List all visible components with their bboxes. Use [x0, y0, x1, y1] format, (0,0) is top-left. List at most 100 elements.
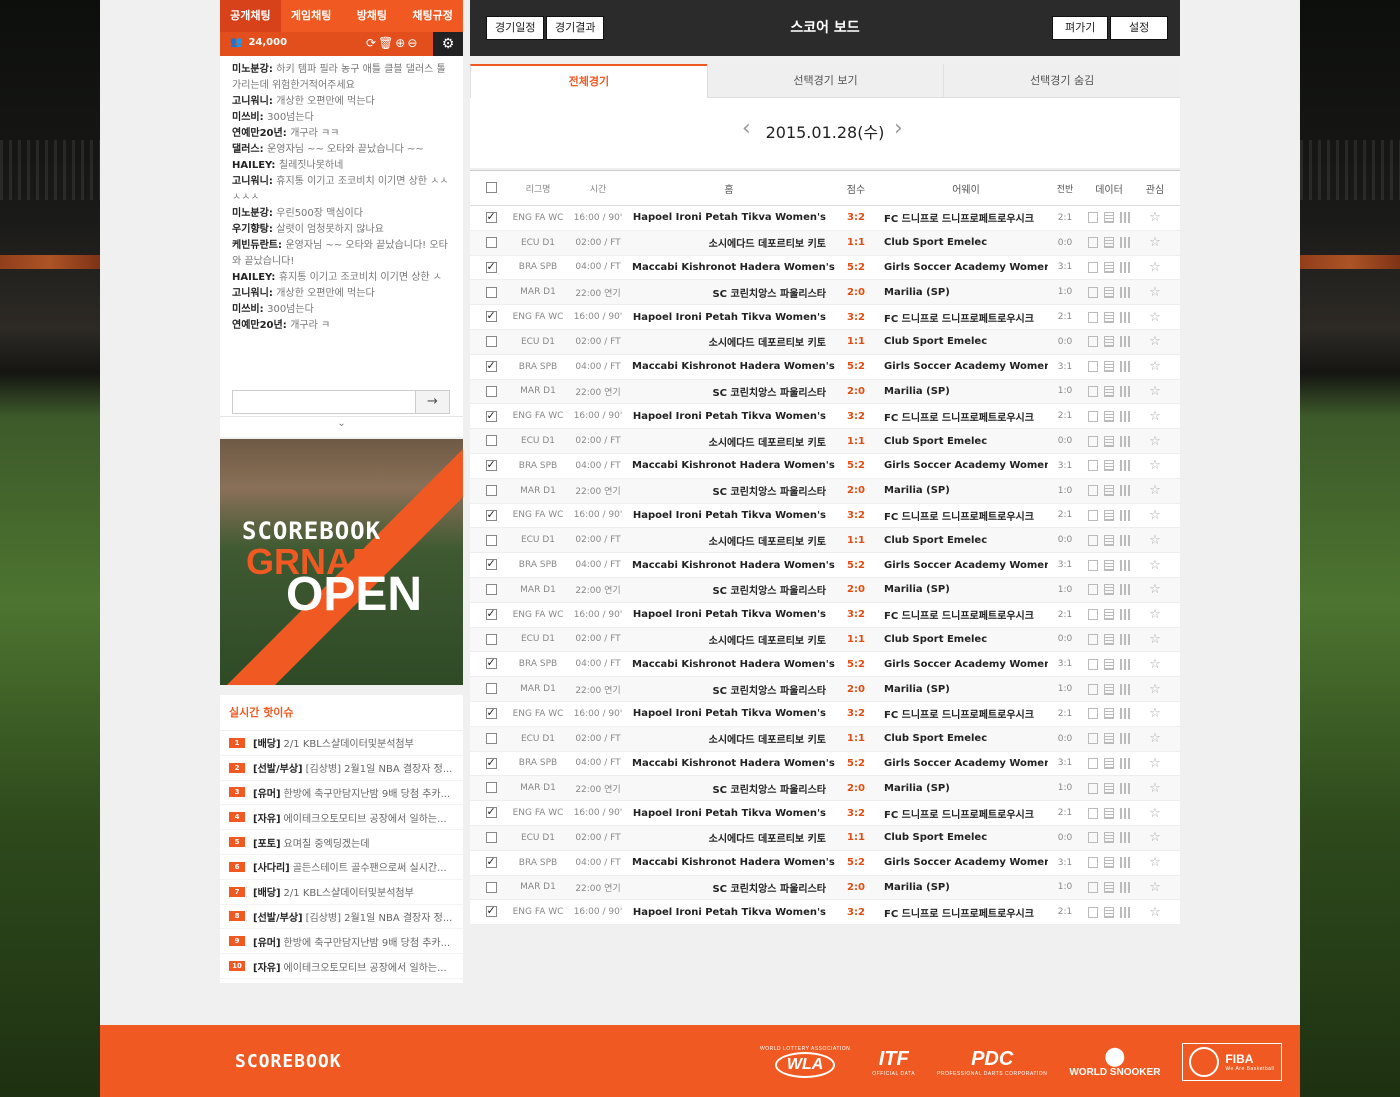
bar-chart-icon[interactable]: [1120, 485, 1130, 497]
partner-world-snooker-logo[interactable]: ⬤ WORLD SNOOKER: [1069, 1046, 1160, 1078]
hot-issue-item[interactable]: 9 [유머] 한방에 축구만담지난밤 9배 당첨 추카...: [220, 929, 463, 955]
table-row[interactable]: MAR D1 22:00 연기 SC 코린치앙스 파울리스타 2:0 Marilia (…: [470, 577, 1180, 603]
hot-issue-item[interactable]: 4 [자유] 에이테크오토모티브 공장에서 일하는...: [220, 805, 463, 831]
partner-pdc-logo[interactable]: PDC PROFESSIONAL DARTS CORPORATION: [937, 1048, 1047, 1077]
table-row[interactable]: ENG FA WC 16:00 / 90' Hapoel Ironi Petah T…: [470, 603, 1180, 628]
tab-selected-hide[interactable]: 선택경기 숨김: [943, 64, 1181, 98]
hot-issue-item[interactable]: 3 [유머] 한방에 축구만담지난밤 9배 당첨 추카...: [220, 781, 463, 806]
star-icon[interactable]: ☆: [1136, 235, 1174, 250]
star-icon[interactable]: ☆: [1136, 731, 1174, 746]
document-icon[interactable]: [1088, 708, 1098, 720]
row-checkbox[interactable]: [470, 856, 512, 869]
document-icon[interactable]: [1088, 435, 1098, 447]
tab-public-chat[interactable]: 공개채팅: [220, 0, 281, 32]
row-checkbox[interactable]: [470, 236, 512, 249]
star-icon[interactable]: ☆: [1136, 359, 1174, 374]
table-icon[interactable]: [1104, 410, 1114, 422]
star-icon[interactable]: ☆: [1136, 682, 1174, 697]
table-icon[interactable]: [1104, 683, 1114, 695]
footer-logo[interactable]: SCOREBOOK: [235, 1051, 342, 1072]
table-icon[interactable]: [1104, 361, 1114, 373]
partner-wla-logo[interactable]: WORLD LOTTERY ASSOCIATION WLA: [760, 1046, 850, 1078]
star-icon[interactable]: ☆: [1136, 508, 1174, 523]
document-icon[interactable]: [1088, 286, 1098, 298]
table-row[interactable]: MAR D1 22:00 연기 SC 코린치앙스 파울리스타 2:0 Marilia (…: [470, 875, 1180, 901]
bar-chart-icon[interactable]: [1120, 757, 1130, 769]
document-icon[interactable]: [1088, 336, 1098, 348]
bar-chart-icon[interactable]: [1120, 658, 1130, 670]
table-icon[interactable]: [1104, 485, 1114, 497]
star-icon[interactable]: ☆: [1136, 260, 1174, 275]
row-checkbox[interactable]: [470, 212, 512, 224]
bar-chart-icon[interactable]: [1120, 410, 1130, 422]
chat-username[interactable]: 고니워니: [232, 96, 269, 107]
partner-fiba-logo[interactable]: FIBA We Are Basketball: [1182, 1043, 1282, 1081]
table-icon[interactable]: [1104, 534, 1114, 546]
table-row[interactable]: BRA SPB 04:00 / FT Maccabi Kishronot Hader…: [470, 752, 1180, 777]
table-row[interactable]: BRA SPB 04:00 / FT Maccabi Kishronot Hader…: [470, 652, 1180, 678]
hot-issue-item[interactable]: 5 [포토] 요며칠 중엑딩겠는데: [220, 830, 463, 855]
star-icon[interactable]: ☆: [1136, 806, 1174, 821]
bar-chart-icon[interactable]: [1120, 385, 1130, 397]
bar-chart-icon[interactable]: [1120, 509, 1130, 521]
settings-button[interactable]: 설정: [1110, 16, 1169, 40]
document-icon[interactable]: [1088, 658, 1098, 670]
row-checkbox[interactable]: [470, 286, 512, 299]
chat-username[interactable]: HAILEY: [232, 160, 271, 171]
row-checkbox[interactable]: [470, 261, 512, 274]
table-row[interactable]: ENG FA WC 16:00 / 90' Hapoel Ironi Petah T…: [470, 702, 1180, 727]
chat-username[interactable]: 미쓰비: [232, 304, 260, 315]
table-row[interactable]: ECU D1 02:00 / FT 소시에다드 데포르티보 키토 1:1 Club Sp…: [470, 230, 1180, 256]
row-checkbox[interactable]: [470, 732, 512, 745]
table-row[interactable]: MAR D1 22:00 연기 SC 코린치앙스 파울리스타 2:0 Marilia (…: [470, 280, 1180, 306]
table-row[interactable]: ECU D1 02:00 / FT 소시에다드 데포르티보 키토 1:1 Club Sp…: [470, 627, 1180, 653]
table-icon[interactable]: [1104, 336, 1114, 348]
row-checkbox[interactable]: [470, 584, 512, 596]
table-icon[interactable]: [1104, 658, 1114, 670]
hot-issue-item[interactable]: 2 [선발/부상] [김상병] 2월1일 NBA 결장자 정...: [220, 756, 463, 781]
table-row[interactable]: MAR D1 22:00 연기 SC 코린치앙스 파울리스타 2:0 Marilia (…: [470, 478, 1180, 504]
star-icon[interactable]: ☆: [1136, 706, 1174, 721]
bar-chart-icon[interactable]: [1120, 584, 1130, 596]
table-icon[interactable]: [1104, 584, 1114, 596]
document-icon[interactable]: [1088, 485, 1098, 497]
bar-chart-icon[interactable]: [1120, 435, 1130, 447]
hot-issue-item[interactable]: 7 [배당] 2/1 KBL스샬데이터및분석첨부: [220, 880, 463, 905]
table-row[interactable]: MAR D1 22:00 연기 SC 코린치앙스 파울리스타 2:0 Marilia (…: [470, 677, 1180, 702]
row-checkbox[interactable]: [470, 385, 512, 398]
table-icon[interactable]: [1104, 906, 1114, 918]
row-checkbox[interactable]: [470, 311, 512, 323]
send-arrow-icon[interactable]: →: [415, 391, 449, 413]
row-checkbox[interactable]: [470, 658, 512, 670]
hot-issue-item[interactable]: 6 [사다리] 골든스테이트 골수팬으로써 실시간...: [220, 855, 463, 880]
zoom-in-icon[interactable]: ⊕: [395, 36, 405, 50]
document-icon[interactable]: [1088, 881, 1098, 893]
table-icon[interactable]: [1104, 881, 1114, 893]
bar-chart-icon[interactable]: [1120, 559, 1130, 571]
row-checkbox[interactable]: [470, 683, 512, 695]
table-row[interactable]: BRA SPB 04:00 / FT Maccabi Kishronot Hader…: [470, 851, 1180, 876]
star-icon[interactable]: ☆: [1136, 558, 1174, 573]
document-icon[interactable]: [1088, 559, 1098, 571]
chevron-down-icon[interactable]: ⌄: [220, 417, 463, 437]
bar-chart-icon[interactable]: [1120, 782, 1130, 794]
bar-chart-icon[interactable]: [1120, 683, 1130, 695]
table-row[interactable]: ENG FA WC 16:00 / 90' Hapoel Ironi Petah T…: [470, 504, 1180, 529]
star-icon[interactable]: ☆: [1136, 657, 1174, 672]
table-row[interactable]: ECU D1 02:00 / FT 소시에다드 데포르티보 키토 1:1 Club Sp…: [470, 726, 1180, 752]
table-icon[interactable]: [1104, 733, 1114, 745]
document-icon[interactable]: [1088, 683, 1098, 695]
table-icon[interactable]: [1104, 757, 1114, 769]
table-icon[interactable]: [1104, 212, 1114, 224]
bar-chart-icon[interactable]: [1120, 361, 1130, 373]
table-icon[interactable]: [1104, 435, 1114, 447]
row-checkbox[interactable]: [470, 782, 512, 794]
bar-chart-icon[interactable]: [1120, 237, 1130, 249]
star-icon[interactable]: ☆: [1136, 855, 1174, 870]
bar-chart-icon[interactable]: [1120, 609, 1130, 621]
bar-chart-icon[interactable]: [1120, 286, 1130, 298]
star-icon[interactable]: ☆: [1136, 533, 1174, 548]
table-icon[interactable]: [1104, 509, 1114, 521]
bar-chart-icon[interactable]: [1120, 708, 1130, 720]
trash-icon[interactable]: 🗑: [378, 36, 393, 50]
